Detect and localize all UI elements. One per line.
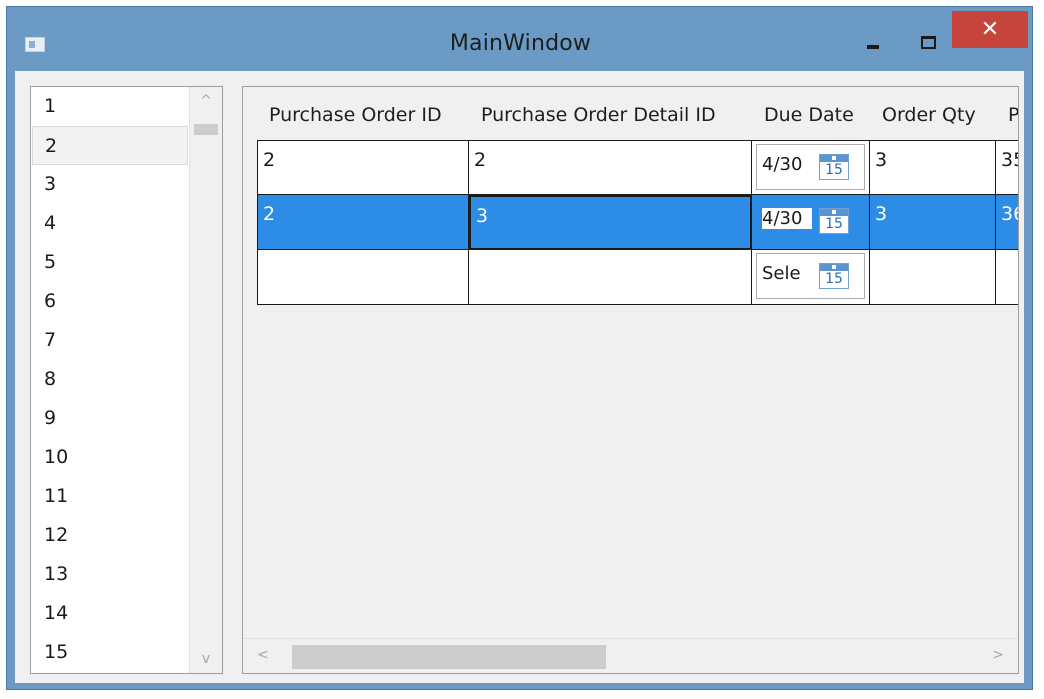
close-icon: ✕: [980, 17, 1000, 42]
list-item[interactable]: 4: [32, 204, 188, 243]
due-date-picker[interactable]: 4/30 15: [756, 198, 865, 244]
list-item[interactable]: 9: [32, 399, 188, 438]
cell-purchase-order-id[interactable]: [257, 250, 469, 305]
list-item[interactable]: 12: [32, 516, 188, 555]
scrollbar-thumb[interactable]: [292, 645, 606, 669]
cell-due-date[interactable]: Sele 15: [752, 250, 870, 305]
due-date-placeholder[interactable]: Sele: [762, 263, 812, 284]
column-header-order-qty[interactable]: Order Qty: [870, 87, 996, 140]
list-item[interactable]: 15: [32, 633, 188, 672]
maximize-button[interactable]: [921, 36, 936, 49]
scroll-left-arrow-icon[interactable]: <: [257, 647, 269, 663]
scroll-up-arrow-icon[interactable]: ^: [190, 93, 222, 109]
grid-horizontal-scrollbar[interactable]: < >: [243, 638, 1018, 673]
due-date-text[interactable]: 4/30: [762, 154, 812, 175]
table-row[interactable]: 2 2 4/30 15 3 359: [257, 140, 1018, 195]
cell-product[interactable]: [996, 250, 1018, 305]
calendar-icon[interactable]: 15: [819, 263, 849, 289]
list-item[interactable]: 5: [32, 243, 188, 282]
minimize-button[interactable]: [867, 35, 881, 51]
cell-due-date[interactable]: 4/30 15: [752, 140, 870, 195]
order-details-grid[interactable]: Purchase Order ID Purchase Order Detail …: [242, 86, 1019, 674]
list-item[interactable]: 14: [32, 594, 188, 633]
due-date-text[interactable]: 4/30: [762, 208, 812, 229]
cell-due-date[interactable]: 4/30 15: [752, 195, 870, 250]
table-row-new[interactable]: Sele 15: [257, 250, 1018, 305]
due-date-picker[interactable]: Sele 15: [756, 253, 865, 299]
cell-product[interactable]: 359: [996, 140, 1018, 195]
cell-purchase-order-detail-id[interactable]: [469, 250, 752, 305]
grid-header-row: Purchase Order ID Purchase Order Detail …: [257, 87, 1018, 140]
list-item[interactable]: 7: [32, 321, 188, 360]
cell-order-qty[interactable]: 3: [870, 195, 996, 250]
list-item[interactable]: 10: [32, 438, 188, 477]
table-row-selected[interactable]: 2 3 4/30 15 3 360: [257, 195, 1018, 250]
calendar-day: 15: [825, 216, 843, 232]
cell-purchase-order-detail-id[interactable]: 2: [469, 140, 752, 195]
scroll-down-arrow-icon[interactable]: v: [190, 651, 222, 667]
list-items: 1 2 3 4 5 6 7 8 9 10 11 12 13 14 15: [31, 87, 189, 673]
column-header-due-date[interactable]: Due Date: [752, 87, 870, 140]
window-client-area: 1 2 3 4 5 6 7 8 9 10 11 12 13 14 15 ^ v: [15, 71, 1024, 683]
list-item[interactable]: 1: [32, 87, 188, 126]
calendar-icon[interactable]: 15: [819, 208, 849, 234]
calendar-icon[interactable]: 15: [819, 154, 849, 180]
scroll-right-arrow-icon[interactable]: >: [992, 647, 1004, 663]
cell-order-qty[interactable]: [870, 250, 996, 305]
list-item-selected[interactable]: 2: [32, 126, 188, 165]
cell-order-qty[interactable]: 3: [870, 140, 996, 195]
list-item[interactable]: 8: [32, 360, 188, 399]
cell-purchase-order-detail-id-current[interactable]: 3: [469, 195, 752, 250]
column-header-purchase-order-detail-id[interactable]: Purchase Order Detail ID: [469, 87, 752, 140]
cell-purchase-order-id[interactable]: 2: [257, 195, 469, 250]
column-header-purchase-order-id[interactable]: Purchase Order ID: [257, 87, 469, 140]
close-button[interactable]: ✕: [952, 11, 1028, 48]
main-window: MainWindow ✕ 1 2 3 4 5 6 7 8 9 10 11 12 …: [6, 6, 1033, 690]
calendar-day: 15: [825, 162, 843, 178]
list-item[interactable]: 6: [32, 282, 188, 321]
due-date-picker[interactable]: 4/30 15: [756, 144, 865, 190]
order-listbox[interactable]: 1 2 3 4 5 6 7 8 9 10 11 12 13 14 15 ^ v: [30, 86, 223, 674]
scrollbar-thumb[interactable]: [194, 124, 218, 135]
list-item[interactable]: 11: [32, 477, 188, 516]
list-item[interactable]: 13: [32, 555, 188, 594]
list-item[interactable]: 3: [32, 165, 188, 204]
listbox-vertical-scrollbar[interactable]: ^ v: [189, 87, 222, 673]
cell-product[interactable]: 360: [996, 195, 1018, 250]
calendar-day: 15: [825, 271, 843, 287]
title-bar[interactable]: MainWindow ✕: [7, 7, 1032, 77]
cell-purchase-order-id[interactable]: 2: [257, 140, 469, 195]
column-header-product[interactable]: Pro: [996, 87, 1018, 140]
